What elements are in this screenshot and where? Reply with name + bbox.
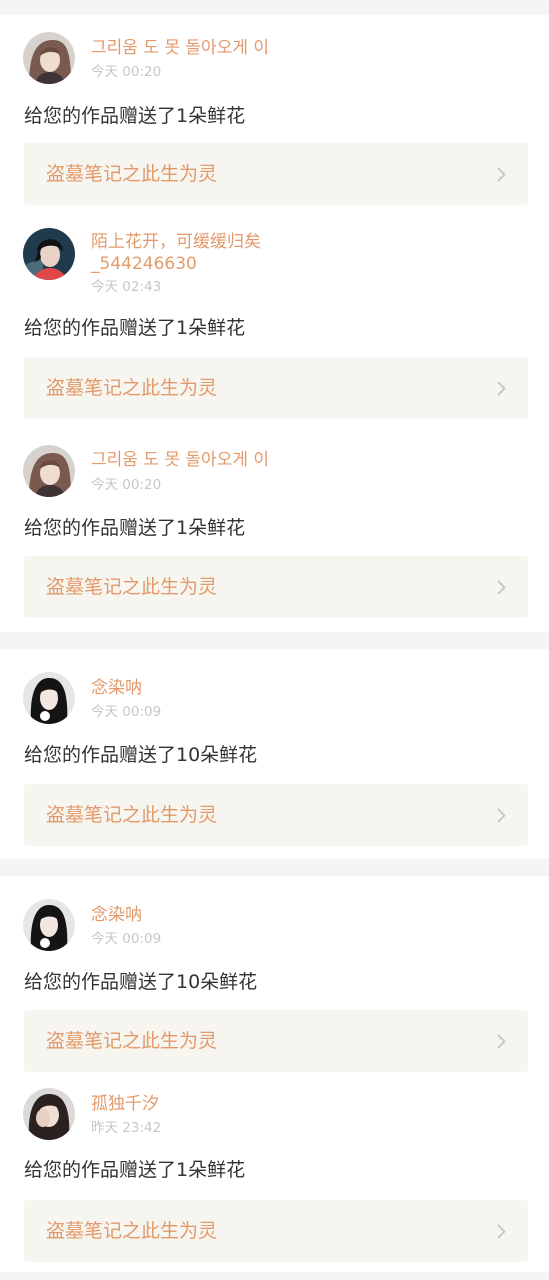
work-link[interactable]: 盗墓笔记之此生为灵 [24, 1200, 528, 1262]
work-title: 盗墓笔记之此生为灵 [46, 377, 218, 399]
work-title: 盗墓笔记之此生为灵 [46, 1220, 218, 1242]
username[interactable]: 그리움 도 못 돌아오게 이 [91, 38, 269, 59]
work-link[interactable]: 盗墓笔记之此生为灵 [24, 784, 528, 846]
username[interactable]: 孤独千汐 [91, 1094, 159, 1115]
avatar[interactable] [23, 445, 75, 497]
gift-message: 给您的作品赠送了10朵鲜花 [24, 971, 258, 993]
username[interactable]: 陌上花开，可缓缓归矣 [91, 232, 261, 253]
avatar-girl-long-hair-icon [23, 32, 75, 84]
gift-message: 给您的作品赠送了1朵鲜花 [24, 105, 246, 127]
timestamp: 昨天 23:42 [91, 1120, 162, 1136]
chevron-right-icon [497, 381, 506, 396]
gift-message: 给您的作品赠送了1朵鲜花 [24, 317, 246, 339]
avatar-boy-dark-hair-icon [23, 228, 75, 280]
username[interactable]: 念染呐 [91, 905, 142, 926]
avatar[interactable] [23, 672, 75, 724]
gift-message: 给您的作品赠送了10朵鲜花 [24, 744, 258, 766]
timestamp: 今天 02:43 [91, 279, 162, 295]
username[interactable]: 그리움 도 못 돌아오게 이 [91, 450, 269, 471]
gift-message: 给您的作品赠送了1朵鲜花 [24, 1159, 246, 1181]
gift-notification-card: 念染呐 今天 00:09 给您的作品赠送了10朵鲜花 盗墓笔记之此生为灵 [0, 876, 549, 1072]
chevron-right-icon [497, 1224, 506, 1239]
username[interactable]: 念染呐 [91, 678, 142, 699]
work-link[interactable]: 盗墓笔记之此生为灵 [24, 1010, 528, 1072]
gift-notification-card: 陌上花开，可缓缓归矣 _544246630 今天 02:43 给您的作品赠送了1… [0, 217, 549, 434]
avatar-girl-black-hair-icon [23, 672, 75, 724]
avatar[interactable] [23, 899, 75, 951]
timestamp: 今天 00:09 [91, 931, 162, 947]
work-link[interactable]: 盗墓笔记之此生为灵 [24, 556, 528, 618]
gift-notification-card: 그리움 도 못 돌아오게 이 今天 00:20 给您的作品赠送了1朵鲜花 盗墓笔… [0, 434, 549, 632]
work-title: 盗墓笔记之此生为灵 [46, 163, 218, 185]
work-title: 盗墓笔记之此生为灵 [46, 804, 218, 826]
avatar-girl-hand-face-icon [23, 1088, 75, 1140]
timestamp: 今天 00:20 [91, 477, 162, 493]
chevron-right-icon [497, 1034, 506, 1049]
work-title: 盗墓笔记之此生为灵 [46, 1030, 218, 1052]
avatar[interactable] [23, 228, 75, 280]
avatar-girl-long-hair-icon [23, 445, 75, 497]
gift-notification-card: 孤独千汐 昨天 23:42 给您的作品赠送了1朵鲜花 盗墓笔记之此生为灵 [0, 1072, 549, 1272]
timestamp: 今天 00:09 [91, 704, 162, 720]
avatar-girl-black-hair-icon [23, 899, 75, 951]
avatar[interactable] [23, 1088, 75, 1140]
work-link[interactable]: 盗墓笔记之此生为灵 [24, 143, 528, 205]
gift-message: 给您的作品赠送了1朵鲜花 [24, 517, 246, 539]
chevron-right-icon [497, 167, 506, 182]
gift-notification-card: 念染呐 今天 00:09 给您的作品赠送了10朵鲜花 盗墓笔记之此生为灵 [0, 649, 549, 859]
timestamp: 今天 00:20 [91, 64, 162, 80]
avatar[interactable] [23, 32, 75, 84]
chevron-right-icon [497, 580, 506, 595]
work-title: 盗墓笔记之此生为灵 [46, 576, 218, 598]
username-line2[interactable]: _544246630 [91, 254, 197, 275]
gift-notification-card: 그리움 도 못 돌아오게 이 今天 00:20 给您的作品赠送了1朵鲜花 盗墓笔… [0, 15, 549, 217]
work-link[interactable]: 盗墓笔记之此生为灵 [24, 357, 528, 419]
chevron-right-icon [497, 808, 506, 823]
